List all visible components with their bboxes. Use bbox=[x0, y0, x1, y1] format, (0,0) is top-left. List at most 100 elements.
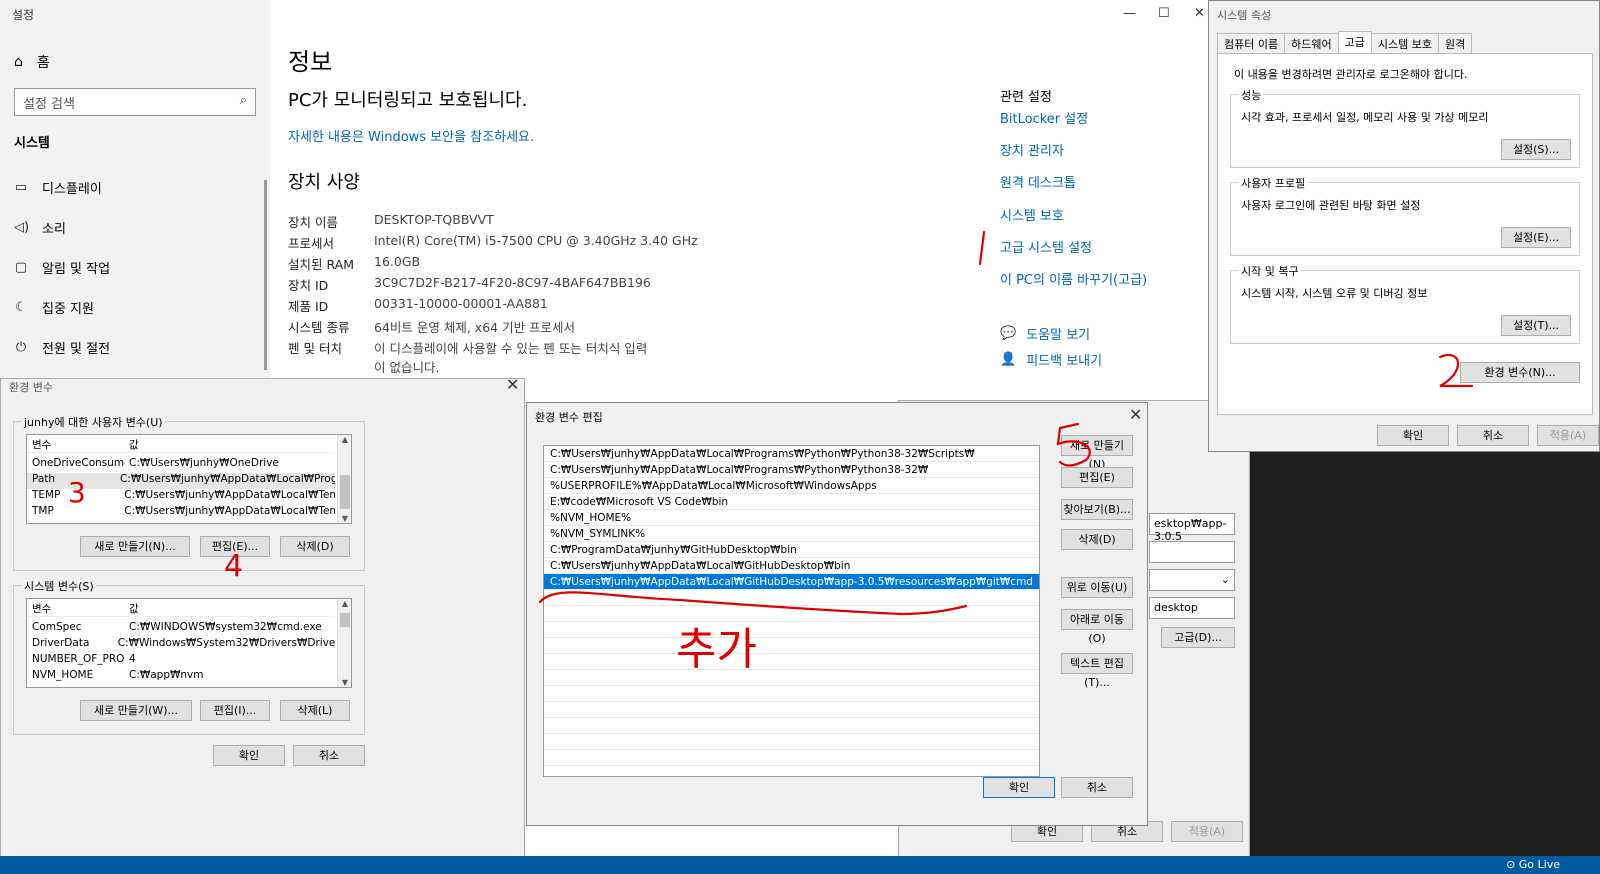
empty-row[interactable] bbox=[544, 686, 1039, 702]
scroll-up-icon[interactable]: ▲ bbox=[338, 435, 351, 444]
windows-security-link[interactable]: 자세한 내용은 Windows 보안을 참조하세요. bbox=[288, 126, 534, 145]
bg-field-path[interactable]: esktop₩app-3.0.5 bbox=[1149, 513, 1235, 543]
list-item[interactable]: C:₩Users₩junhy₩AppData₩Local₩Programs₩Py… bbox=[544, 446, 1039, 462]
browse-button[interactable]: 찾아보기(B)... bbox=[1061, 499, 1133, 520]
performance-settings-button[interactable]: 설정(S)... bbox=[1501, 139, 1571, 160]
list-item[interactable]: C:₩ProgramData₩junhy₩GitHubDesktop₩bin bbox=[544, 542, 1039, 558]
minimize-icon[interactable]: — bbox=[1123, 6, 1136, 21]
list-item[interactable]: %NVM_SYMLINK% bbox=[544, 526, 1039, 542]
system-new-button[interactable]: 새로 만들기(W)... bbox=[80, 700, 192, 721]
device-manager-link[interactable]: 장치 관리자 bbox=[1000, 140, 1064, 159]
list-item[interactable]: Path C:₩Users₩junhy₩AppData₩Local₩Progra.… bbox=[27, 473, 335, 489]
close-icon[interactable]: ✕ bbox=[506, 375, 519, 394]
rename-pc-link[interactable]: 이 PC의 이름 바꾸기(고급) bbox=[1000, 269, 1147, 288]
user-delete-button[interactable]: 삭제(D) bbox=[280, 536, 350, 557]
bg-field-desktop[interactable]: desktop bbox=[1149, 597, 1235, 619]
empty-row[interactable] bbox=[544, 622, 1039, 638]
empty-row[interactable] bbox=[544, 638, 1039, 654]
system-edit-button[interactable]: 편집(I)... bbox=[200, 700, 270, 721]
env-cancel-button[interactable]: 취소 bbox=[293, 745, 365, 766]
sidebar-home[interactable]: ⌂ 홈 bbox=[14, 52, 50, 72]
cancel-button[interactable]: 취소 bbox=[1457, 425, 1529, 446]
col-variable[interactable]: 변수 bbox=[27, 437, 125, 452]
edit-ok-button[interactable]: 확인 bbox=[983, 777, 1055, 798]
col-value[interactable]: 값 bbox=[125, 437, 139, 452]
environment-variables-button[interactable]: 환경 변수(N)... bbox=[1460, 362, 1580, 383]
user-variables-list[interactable]: 변수 값 OneDriveConsumer C:₩Users₩junhy₩OneDr… bbox=[26, 434, 352, 524]
tab-advanced[interactable]: 고급 bbox=[1337, 31, 1372, 54]
sidebar-item-display[interactable]: ▭ 디스플레이 bbox=[14, 178, 102, 197]
scroll-up-icon[interactable]: ▲ bbox=[338, 599, 351, 608]
list-item[interactable]: DriverData C:₩Windows₩System32₩Drivers₩Dr… bbox=[27, 637, 335, 653]
env-ok-button[interactable]: 확인 bbox=[213, 745, 285, 766]
group-label: 시작 및 복구 bbox=[1239, 263, 1301, 279]
empty-row[interactable] bbox=[544, 654, 1039, 670]
sidebar-item-focus[interactable]: ☾ 집중 지원 bbox=[14, 298, 94, 317]
advanced-tab-panel: 이 내용을 변경하려면 관리자로 로그온해야 합니다. 성능 시각 효과, 프로… bbox=[1217, 53, 1593, 415]
apply-button[interactable]: 적용(A) bbox=[1537, 425, 1599, 446]
settings-search-input[interactable]: 설정 검색 ⌕ bbox=[14, 88, 256, 116]
scroll-thumb[interactable] bbox=[340, 475, 350, 509]
system-variables-list[interactable]: 변수 값 ComSpec C:₩WINDOWS₩system32₩cmd.exe D… bbox=[26, 598, 352, 688]
sidebar-scrollbar[interactable] bbox=[264, 180, 267, 370]
list-item[interactable]: C:₩Users₩junhy₩AppData₩Local₩GitHubDeskt… bbox=[544, 558, 1039, 574]
empty-row[interactable] bbox=[544, 606, 1039, 622]
list-item[interactable]: NUMBER_OF_PRO... 4 bbox=[27, 653, 335, 669]
empty-row[interactable] bbox=[544, 590, 1039, 606]
system-protection-link[interactable]: 시스템 보호 bbox=[1000, 205, 1064, 224]
sidebar-item-power[interactable]: ⏻ 전원 및 절전 bbox=[14, 338, 110, 357]
profile-settings-button[interactable]: 설정(E)... bbox=[1501, 227, 1571, 248]
delete-path-button[interactable]: 삭제(D) bbox=[1061, 529, 1133, 550]
empty-row[interactable] bbox=[544, 718, 1039, 734]
sidebar-item-sound[interactable]: ◁) 소리 bbox=[14, 218, 66, 237]
list-item[interactable]: ComSpec C:₩WINDOWS₩system32₩cmd.exe bbox=[27, 621, 335, 637]
scroll-thumb[interactable] bbox=[340, 613, 350, 627]
scroll-down-icon[interactable]: ▼ bbox=[338, 678, 351, 687]
list-item[interactable]: NVM_HOME C:₩app₩nvm bbox=[27, 669, 335, 685]
bg-select[interactable]: ⌄ bbox=[1149, 569, 1235, 591]
edit-text-button[interactable]: 텍스트 편집(T)... bbox=[1061, 653, 1133, 689]
list-item[interactable]: TEMP C:₩Users₩junhy₩AppData₩Local₩Temp bbox=[27, 489, 335, 505]
ok-button[interactable]: 확인 bbox=[1377, 425, 1449, 446]
bitlocker-link[interactable]: BitLocker 설정 bbox=[1000, 108, 1088, 127]
system-delete-button[interactable]: 삭제(L) bbox=[280, 700, 350, 721]
help-link[interactable]: 💬 도움말 보기 bbox=[1000, 324, 1090, 343]
list-item[interactable]: E:₩code₩Microsoft VS Code₩bin bbox=[544, 494, 1039, 510]
empty-row[interactable] bbox=[544, 670, 1039, 686]
empty-row[interactable] bbox=[544, 734, 1039, 750]
move-up-button[interactable]: 위로 이동(U) bbox=[1061, 577, 1133, 598]
sidebar-item-notifications[interactable]: ▢ 알림 및 작업 bbox=[14, 258, 110, 277]
scrollbar[interactable]: ▲ ▼ bbox=[337, 599, 351, 687]
user-edit-button[interactable]: 편집(E)... bbox=[200, 536, 270, 557]
advanced-system-settings-link[interactable]: 고급 시스템 설정 bbox=[1000, 237, 1092, 256]
advanced-button[interactable]: 고급(D)... bbox=[1161, 627, 1235, 648]
list-item[interactable]: TMP C:₩Users₩junhy₩AppData₩Local₩Temp bbox=[27, 505, 335, 521]
maximize-icon[interactable]: ☐ bbox=[1158, 6, 1170, 21]
search-icon[interactable]: ⌕ bbox=[240, 93, 247, 108]
list-item[interactable]: OneDriveConsumer C:₩Users₩junhy₩OneDrive bbox=[27, 457, 335, 473]
move-down-button[interactable]: 아래로 이동(O) bbox=[1061, 609, 1133, 645]
list-item[interactable]: C:₩Users₩junhy₩AppData₩Local₩Programs₩Py… bbox=[544, 462, 1039, 478]
startup-settings-button[interactable]: 설정(T)... bbox=[1501, 315, 1571, 336]
edit-path-button[interactable]: 편집(E) bbox=[1061, 467, 1133, 488]
scrollbar[interactable]: ▲ ▼ bbox=[337, 435, 351, 523]
empty-row[interactable] bbox=[544, 750, 1039, 766]
edit-cancel-button[interactable]: 취소 bbox=[1061, 777, 1133, 798]
close-icon[interactable]: ✕ bbox=[1129, 405, 1142, 424]
feedback-link[interactable]: 👤 피드백 보내기 bbox=[1000, 350, 1102, 369]
close-icon[interactable]: ✕ bbox=[1194, 6, 1205, 21]
bg-apply-button[interactable]: 적용(A) bbox=[1171, 821, 1243, 842]
col-variable[interactable]: 변수 bbox=[27, 601, 125, 616]
list-item[interactable]: %NVM_HOME% bbox=[544, 510, 1039, 526]
user-new-button[interactable]: 새로 만들기(N)... bbox=[80, 536, 190, 557]
scroll-down-icon[interactable]: ▼ bbox=[338, 514, 351, 523]
remote-desktop-link[interactable]: 원격 데스크톱 bbox=[1000, 172, 1076, 191]
path-list[interactable]: C:₩Users₩junhy₩AppData₩Local₩Programs₩Py… bbox=[543, 445, 1040, 777]
empty-row[interactable] bbox=[544, 702, 1039, 718]
list-item-selected[interactable]: C:₩Users₩junhy₩AppData₩Local₩GitHubDeskt… bbox=[544, 574, 1039, 590]
new-path-button[interactable]: 새로 만들기(N) bbox=[1061, 435, 1133, 471]
col-value[interactable]: 값 bbox=[125, 601, 139, 616]
bg-field-empty[interactable] bbox=[1149, 541, 1235, 563]
list-item[interactable]: %USERPROFILE%₩AppData₩Local₩Microsoft₩Wi… bbox=[544, 478, 1039, 494]
go-live-button[interactable]: ⊙ Go Live bbox=[1506, 858, 1560, 871]
